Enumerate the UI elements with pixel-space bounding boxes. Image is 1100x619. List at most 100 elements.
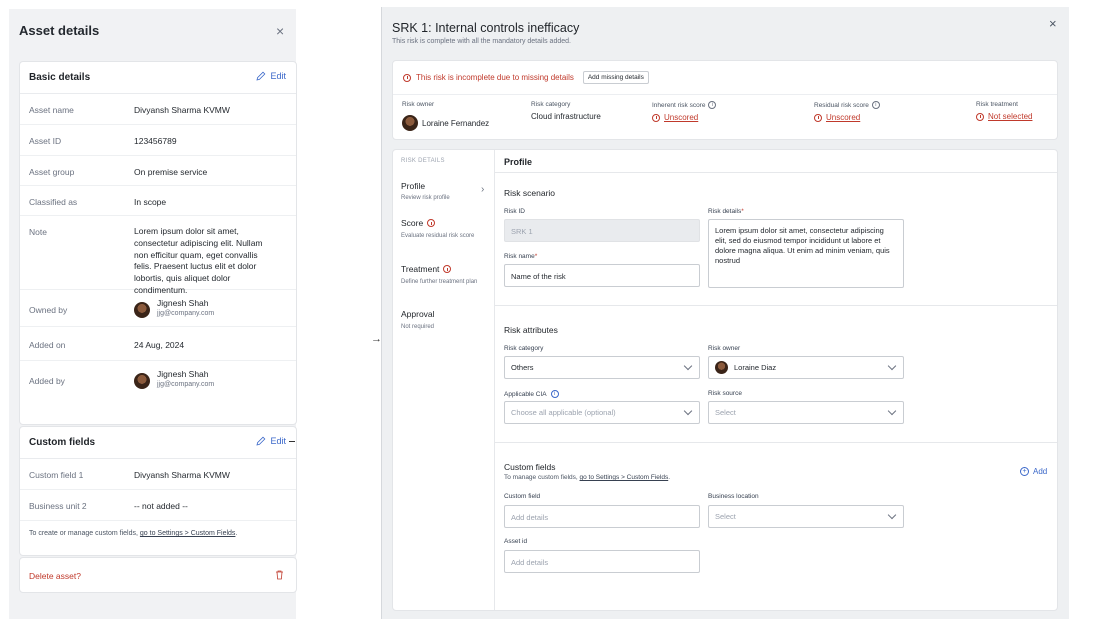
applicable-cia-label: Applicable CIA i bbox=[504, 390, 559, 398]
step-profile[interactable]: Profile Review risk profile › bbox=[393, 178, 494, 212]
asset-id-label: Asset id bbox=[504, 538, 528, 545]
detail-row: Asset ID 123456789 bbox=[20, 125, 296, 156]
summary-owner: Risk owner Loraine Fernandez bbox=[402, 101, 489, 131]
custom-fields-note: To manage custom fields, go to Settings … bbox=[504, 474, 671, 481]
row-value: Divyansh Sharma KVMW bbox=[134, 105, 230, 115]
edit-basic-button[interactable]: Edit bbox=[256, 71, 286, 81]
risk-details-textarea[interactable]: Lorem ipsum dolor sit amet, consectetur … bbox=[708, 219, 904, 288]
detail-row: Asset name Divyansh Sharma KVMW bbox=[20, 94, 296, 125]
alert-icon bbox=[652, 113, 660, 122]
avatar bbox=[134, 373, 150, 389]
settings-link[interactable]: go to Settings > Custom Fields bbox=[580, 474, 669, 481]
summary-category: Risk category Cloud infrastructure bbox=[531, 101, 601, 121]
risk-details-card: RISK DETAILS Profile Review risk profile… bbox=[392, 149, 1058, 611]
risk-id-label: Risk ID bbox=[504, 208, 525, 215]
row-key: Asset group bbox=[29, 167, 75, 177]
close-icon[interactable]: × bbox=[276, 23, 284, 39]
detail-row: Owned by Jignesh Shah jjg@company.com bbox=[20, 290, 296, 327]
business-location-label: Business location bbox=[708, 493, 759, 500]
row-key: Asset ID bbox=[29, 136, 62, 146]
alert-icon bbox=[976, 112, 984, 121]
risk-scenario-title: Risk scenario bbox=[504, 188, 556, 198]
edit-label: Edit bbox=[270, 436, 286, 446]
row-key: Added on bbox=[29, 340, 66, 350]
applicable-cia-select[interactable]: Choose all applicable (optional) bbox=[504, 401, 700, 424]
added-by-name: Jignesh Shah bbox=[157, 369, 209, 379]
risk-name-label: Risk name* bbox=[504, 253, 538, 260]
risk-name-input[interactable]: Name of the risk bbox=[504, 264, 700, 287]
residual-score-link[interactable]: Unscored bbox=[826, 113, 860, 122]
close-icon[interactable]: × bbox=[1049, 16, 1057, 31]
panel-title: Asset details bbox=[19, 23, 100, 38]
detail-row: Business unit 2 -- not added -- bbox=[20, 490, 296, 521]
trash-icon[interactable] bbox=[275, 570, 284, 580]
row-key: Custom field 1 bbox=[29, 470, 84, 480]
sidebar-heading: RISK DETAILS bbox=[401, 158, 445, 164]
card-title: Custom fields bbox=[29, 437, 96, 448]
warning-text: This risk is incomplete due to missing d… bbox=[416, 73, 574, 82]
avatar bbox=[715, 361, 728, 374]
row-value: Divyansh Sharma KVMW bbox=[134, 470, 230, 480]
chevron-down-icon bbox=[887, 406, 897, 416]
avatar bbox=[134, 302, 150, 318]
alert-icon bbox=[443, 265, 452, 273]
detail-row: Added by Jignesh Shah jjg@company.com bbox=[20, 361, 296, 401]
info-icon[interactable]: i bbox=[708, 101, 717, 109]
summary-treatment: Risk treatment Not selected bbox=[976, 101, 1033, 121]
profile-content: Profile Risk scenario Risk ID SRK 1 Risk… bbox=[495, 150, 1057, 610]
custom-field-input[interactable]: Add details bbox=[504, 505, 700, 528]
row-key: Added by bbox=[29, 376, 65, 386]
step-score[interactable]: Score Evaluate residual risk score bbox=[393, 218, 494, 258]
risk-owner-select[interactable]: Loraine Diaz bbox=[708, 356, 904, 379]
info-icon[interactable]: i bbox=[871, 101, 880, 109]
alert-icon bbox=[427, 219, 436, 227]
detail-row: Custom field 1 Divyansh Sharma KVMW bbox=[20, 459, 296, 490]
row-key: Asset name bbox=[29, 105, 74, 115]
modal-subtitle: This risk is complete with all the manda… bbox=[392, 38, 571, 45]
owner-email: jjg@company.com bbox=[157, 310, 215, 317]
row-value: 123456789 bbox=[134, 136, 177, 146]
plus-icon: + bbox=[1020, 467, 1029, 476]
pencil-icon bbox=[256, 436, 266, 446]
info-icon[interactable]: i bbox=[550, 390, 559, 398]
row-key: Business unit 2 bbox=[29, 501, 87, 511]
chevron-down-icon bbox=[887, 361, 897, 371]
inherent-score-link[interactable]: Unscored bbox=[664, 113, 698, 122]
chevron-down-icon bbox=[683, 361, 693, 371]
summary-residual-score: Residual risk score i Unscored bbox=[814, 101, 880, 122]
summary-inherent-score: Inherent risk score i Unscored bbox=[652, 101, 717, 122]
treatment-link[interactable]: Not selected bbox=[988, 112, 1032, 121]
delete-asset-button[interactable]: Delete asset? bbox=[29, 571, 81, 581]
card-title: Basic details bbox=[29, 72, 91, 83]
detail-row: Classified as In scope bbox=[20, 186, 296, 216]
risk-owner-label: Risk owner bbox=[708, 345, 741, 352]
step-approval[interactable]: Approval Not required bbox=[393, 309, 494, 339]
add-custom-field-button[interactable]: + Add bbox=[1020, 467, 1047, 476]
custom-field-label: Custom field bbox=[504, 493, 541, 500]
detail-row: Asset group On premise service bbox=[20, 156, 296, 186]
row-value: On premise service bbox=[134, 167, 208, 177]
basic-details-card: Basic details Edit Asset name Divyansh S… bbox=[19, 61, 297, 425]
settings-link[interactable]: go to Settings > Custom Fields bbox=[140, 530, 236, 537]
owner-name: Jignesh Shah bbox=[157, 298, 209, 308]
risk-source-select[interactable]: Select bbox=[708, 401, 904, 424]
chevron-down-icon bbox=[683, 406, 693, 416]
edit-custom-button[interactable]: Edit bbox=[256, 436, 286, 446]
profile-heading: Profile bbox=[504, 157, 533, 167]
detail-row: Note Lorem ipsum dolor sit amet, consect… bbox=[20, 216, 296, 295]
avatar bbox=[402, 115, 418, 131]
note-value: Lorem ipsum dolor sit amet, consectetur … bbox=[134, 226, 263, 295]
asset-details-panel: Asset details × Basic details Edit Asset… bbox=[9, 9, 297, 619]
risk-summary-card: This risk is incomplete due to missing d… bbox=[392, 60, 1058, 140]
asset-id-input[interactable]: Add details bbox=[504, 550, 700, 573]
risk-source-label: Risk source bbox=[708, 390, 742, 397]
row-key: Classified as bbox=[29, 197, 78, 207]
detail-row: Added on 24 Aug, 2024 bbox=[20, 327, 296, 361]
row-value: -- not added -- bbox=[134, 501, 188, 511]
add-missing-details-button[interactable]: Add missing details bbox=[582, 71, 649, 84]
step-treatment[interactable]: Treatment Define further treatment plan bbox=[393, 264, 494, 304]
risk-category-select[interactable]: Others bbox=[504, 356, 700, 379]
alert-icon bbox=[814, 113, 822, 122]
business-location-select[interactable]: Select bbox=[708, 505, 904, 528]
custom-fields-title: Custom fields bbox=[504, 462, 556, 472]
